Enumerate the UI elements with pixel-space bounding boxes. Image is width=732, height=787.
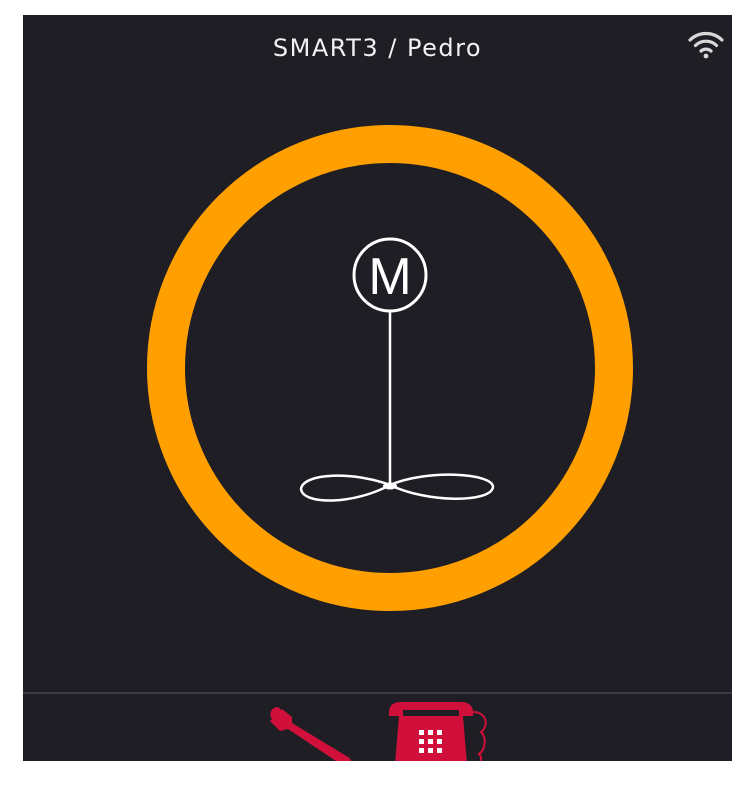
mixer-motor-icon: M <box>299 237 495 502</box>
mode-dial[interactable]: M <box>145 123 635 613</box>
telephone-icon[interactable] <box>383 698 495 761</box>
bottom-toolbar <box>23 694 732 761</box>
page-title: SMART3 / Pedro <box>272 34 483 62</box>
keypad <box>419 730 442 753</box>
mixer-blade <box>299 474 394 502</box>
mode-letter: M <box>368 248 411 306</box>
app-screen: SMART3 / Pedro M <box>23 15 732 761</box>
wifi-icon <box>688 32 724 59</box>
wrench-icon[interactable] <box>266 705 362 761</box>
